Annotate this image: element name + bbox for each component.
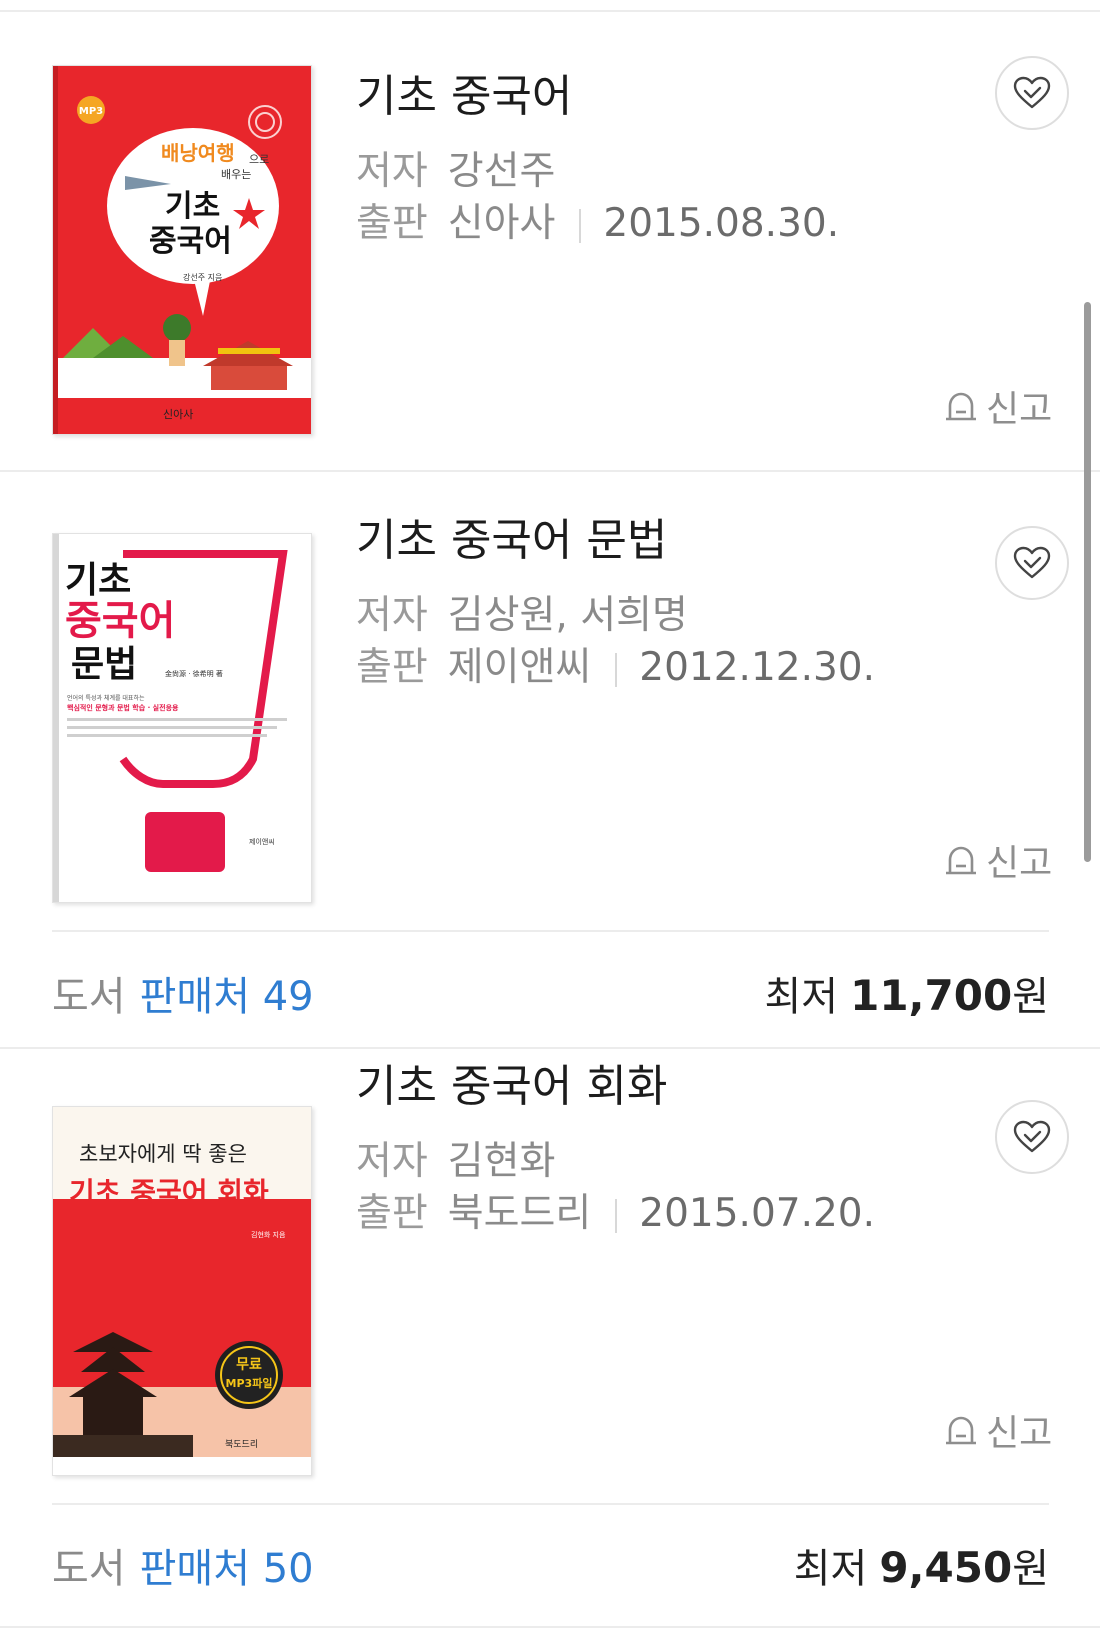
book-publisher-row: 출판 북도드리 2015.07.20.: [356, 1182, 875, 1238]
cover-title-line1: 기초: [65, 560, 131, 601]
store-count: 50: [262, 1546, 314, 1592]
book-author-row: 저자 김현화: [356, 1130, 555, 1186]
publish-date: 2012.12.30.: [639, 645, 875, 690]
book-cover-image[interactable]: 초보자에게 딱 좋은 기초 중국어 회화 김현화 지음 무료 MP3파일 북도드…: [52, 1106, 312, 1476]
store-info[interactable]: 도서 판매처 50: [52, 1536, 314, 1594]
book-cover-image[interactable]: MP3 배낭여행 으로 배우는 기초 중국어 강선주 지음 신아사: [52, 65, 312, 435]
lowest-price: 최저 11,700원: [765, 964, 1050, 1022]
store-type: 도서: [52, 974, 126, 1020]
cover-authors: 金尙源 · 徐希明 著: [165, 669, 223, 678]
cover-caption1: 언어의 특성과 체계를 대표하는: [67, 694, 145, 702]
cover-caption2: 핵심적인 문형과 문법 학습 · 실전응용: [67, 703, 179, 712]
price-value: 9,450: [879, 1543, 1013, 1592]
siren-icon: [946, 392, 976, 421]
publish-date: 2015.08.30.: [603, 201, 840, 246]
book-title[interactable]: 기초 중국어 문법: [356, 504, 667, 568]
siren-icon: [946, 1416, 976, 1445]
meta-separator: [579, 208, 582, 243]
store-summary-row[interactable]: 도서 판매처 49 최저 11,700원: [52, 964, 1049, 1024]
book-publisher-row: 출판 제이앤씨 2012.12.30.: [356, 636, 875, 692]
price-unit: 원: [1012, 974, 1049, 1020]
store-count-link[interactable]: 판매처 49: [140, 974, 314, 1020]
store-divider: [52, 1503, 1049, 1505]
report-label: 신고: [986, 843, 1053, 884]
author-name: 김현화: [447, 1139, 556, 1184]
siren-icon: [946, 846, 976, 875]
store-divider: [52, 930, 1049, 932]
report-button[interactable]: 신고: [944, 834, 1052, 886]
report-button[interactable]: 신고: [944, 1404, 1052, 1456]
price-value: 11,700: [850, 971, 1013, 1020]
store-info[interactable]: 도서 판매처 49: [52, 964, 314, 1022]
publisher-label: 출판: [356, 201, 428, 246]
store-label: 판매처: [139, 1546, 251, 1592]
meta-separator: [615, 1198, 618, 1233]
cover-headline-suffix: 으로: [249, 153, 269, 166]
publisher-label: 출판: [356, 645, 428, 690]
book-cover-image[interactable]: 기초 중국어 문법 金尙源 · 徐希明 著 언어의 특성과 체계를 대표하는 핵…: [52, 533, 312, 903]
vertical-scrollbar[interactable]: [1084, 302, 1091, 862]
publisher-name: 북도드리: [447, 1191, 592, 1236]
book-title[interactable]: 기초 중국어 회화: [356, 1050, 667, 1114]
publisher-label: 출판: [356, 1191, 428, 1236]
report-label: 신고: [986, 1413, 1053, 1454]
cover-publisher: 북도드리: [225, 1439, 258, 1450]
cover-mp3-badge: MP3: [79, 106, 103, 117]
cover-title-line1: 기초: [165, 189, 220, 224]
report-button[interactable]: 신고: [944, 380, 1052, 432]
wishlist-button[interactable]: [995, 1100, 1069, 1174]
cover-headline: 배낭여행: [161, 141, 235, 165]
cover-publisher: 제이앤씨: [249, 837, 275, 846]
author-label: 저자: [356, 1139, 428, 1184]
price-label: 최저: [793, 1546, 868, 1592]
cover-author-line: 강선주 지음: [183, 272, 222, 282]
cover-top-line: 초보자에게 딱 좋은: [79, 1142, 247, 1166]
cover-author-line: 김현화 지음: [251, 1230, 286, 1239]
lowest-price: 최저 9,450원: [794, 1536, 1049, 1594]
store-count-link[interactable]: 판매처 50: [140, 1546, 314, 1592]
cover-publisher: 신아사: [163, 408, 193, 421]
book-publisher-row: 출판 신아사 2015.08.30.: [356, 192, 839, 248]
store-label: 판매처: [139, 974, 251, 1020]
item-divider: [0, 1626, 1100, 1628]
heart-check-icon: [1013, 76, 1051, 109]
store-count: 49: [262, 974, 314, 1020]
book-author-row: 저자 김상원, 서희명: [356, 584, 688, 640]
item-divider: [0, 470, 1100, 472]
cover-subtitle: 배우는: [221, 168, 251, 181]
wishlist-button[interactable]: [995, 526, 1069, 600]
book-title[interactable]: 기초 중국어: [356, 60, 572, 124]
report-label: 신고: [986, 389, 1053, 430]
meta-separator: [615, 652, 618, 687]
book-author-row: 저자 강선주: [356, 140, 555, 196]
wishlist-button[interactable]: [995, 56, 1069, 130]
cover-badge-line2: MP3파일: [226, 1376, 273, 1390]
publisher-name: 제이앤씨: [447, 645, 592, 690]
author-label: 저자: [356, 149, 428, 194]
heart-check-icon: [1013, 1120, 1051, 1153]
cover-title-line2: 중국어: [149, 224, 232, 259]
author-name: 김상원, 서희명: [447, 593, 688, 638]
cover-badge-line1: 무료: [236, 1357, 262, 1373]
store-summary-row[interactable]: 도서 판매처 50 최저 9,450원: [52, 1536, 1049, 1596]
cover-title-line3: 문법: [71, 644, 137, 685]
price-unit: 원: [1012, 1546, 1049, 1592]
heart-check-icon: [1013, 546, 1051, 579]
publisher-name: 신아사: [447, 201, 556, 246]
store-type: 도서: [52, 1546, 126, 1592]
author-label: 저자: [356, 593, 428, 638]
top-divider: [0, 0, 1100, 12]
publish-date: 2015.07.20.: [639, 1191, 875, 1236]
price-label: 최저: [764, 974, 839, 1020]
cover-title: 기초 중국어 회화: [69, 1176, 269, 1209]
cover-title-line2: 중국어: [65, 598, 175, 644]
author-name: 강선주: [447, 149, 556, 194]
item-divider: [0, 1047, 1100, 1049]
